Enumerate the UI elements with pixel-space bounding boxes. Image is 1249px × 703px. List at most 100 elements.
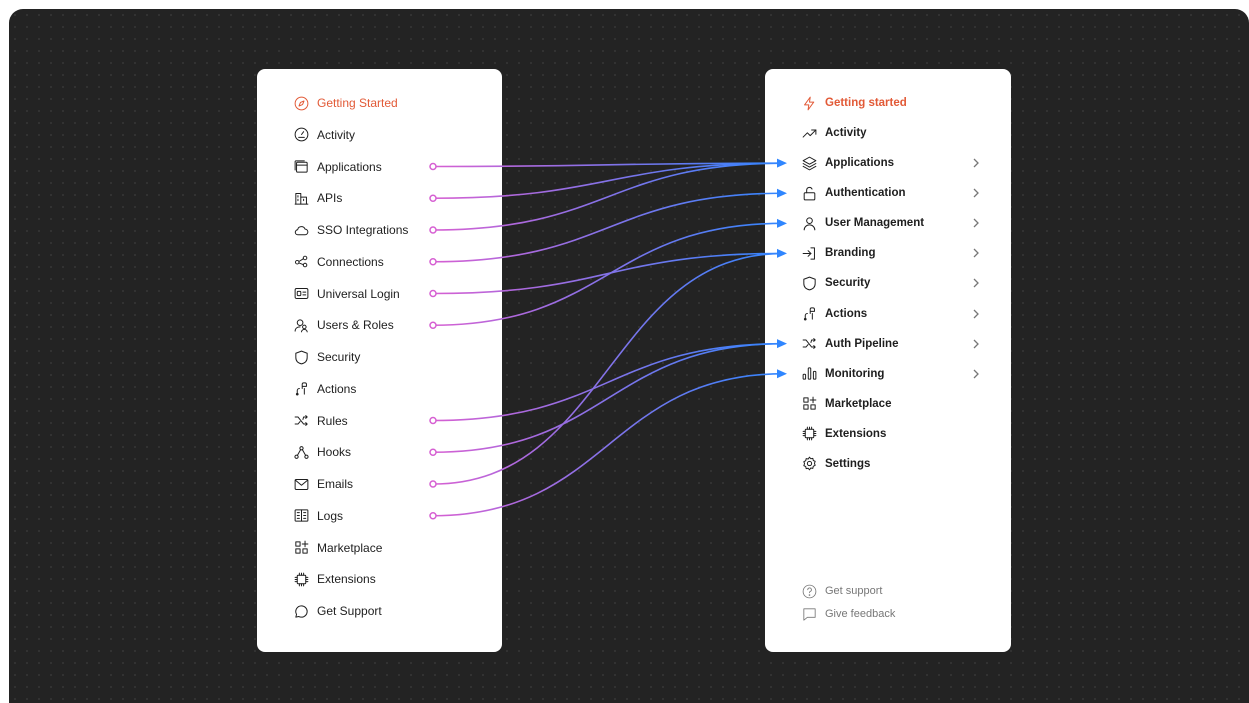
actions-icon [292, 380, 310, 398]
chevron-right-icon[interactable] [972, 241, 980, 265]
user-icon [800, 214, 818, 232]
old-nav-item-logs[interactable]: Logs [292, 504, 343, 528]
chevron-right-icon[interactable] [972, 181, 980, 205]
new-nav-item-label: Auth Pipeline [825, 337, 899, 350]
lock-icon [800, 184, 818, 202]
chip-icon [800, 425, 818, 443]
new-nav-item-label: Monitoring [825, 367, 885, 380]
footer-link-give-feedback[interactable]: Give feedback [800, 602, 895, 626]
chevron-right-icon[interactable] [972, 302, 980, 326]
chip-icon [292, 570, 310, 588]
new-nav-item-authentication[interactable]: Authentication [800, 181, 906, 205]
new-nav-item-label: Applications [825, 157, 895, 170]
old-nav-item-getting-started[interactable]: Getting Started [292, 91, 398, 115]
old-nav-item-label: Logs [317, 508, 344, 523]
footer-link-get-support[interactable]: Get support [800, 579, 882, 603]
old-nav-item-label: Get Support [317, 604, 382, 618]
shield-icon [292, 348, 310, 366]
old-nav-item-applications[interactable]: Applications [292, 155, 382, 179]
chevron-right-icon[interactable] [972, 211, 980, 235]
new-nav-item-user-management[interactable]: User Management [800, 211, 924, 235]
old-nav-item-label: APIs [317, 191, 343, 206]
old-nav-item-sso-integrations[interactable]: SSO Integrations [292, 218, 408, 242]
old-nav-item-label: Getting Started [317, 96, 398, 110]
message-square-icon [800, 605, 818, 623]
actions-icon [800, 305, 818, 323]
footer-link-label: Give feedback [825, 608, 896, 620]
new-nav-item-auth-pipeline[interactable]: Auth Pipeline [800, 332, 898, 356]
old-nav-item-label: SSO Integrations [317, 223, 409, 237]
old-nav-item-label: Marketplace [317, 540, 383, 555]
bars-icon [800, 365, 818, 383]
old-nav-item-get-support[interactable]: Get Support [292, 599, 382, 623]
old-nav-item-label: Connections [317, 254, 384, 269]
old-nav-item-universal-login[interactable]: Universal Login [292, 282, 400, 306]
canvas-background [9, 9, 1249, 703]
chevron-right-icon[interactable] [972, 151, 980, 175]
old-nav-item-label: Applications [317, 159, 382, 174]
new-nav-item-extensions[interactable]: Extensions [800, 422, 886, 446]
old-nav-item-rules[interactable]: Rules [292, 409, 348, 433]
chevron-right-icon[interactable] [972, 271, 980, 295]
old-nav-item-actions[interactable]: Actions [292, 377, 356, 401]
old-nav-item-label: Rules [317, 413, 348, 428]
new-nav-item-security[interactable]: Security [800, 271, 870, 295]
chevron-right-icon[interactable] [972, 332, 980, 356]
old-nav-item-label: Actions [317, 381, 357, 396]
new-navigation-panel: Getting started Activity Applications Authe… [765, 69, 1011, 652]
old-nav-item-label: Security [317, 350, 361, 364]
new-nav-item-settings[interactable]: Settings [800, 452, 870, 476]
trend-up-icon [800, 124, 818, 142]
help-circle-icon [800, 582, 818, 600]
old-nav-item-security[interactable]: Security [292, 345, 360, 369]
chevron-right-icon[interactable] [972, 362, 980, 386]
bolt-icon [800, 94, 818, 112]
new-nav-item-getting-started[interactable]: Getting started [800, 91, 907, 115]
new-nav-item-label: Extensions [825, 427, 887, 440]
old-nav-item-apis[interactable]: APIs [292, 186, 342, 210]
old-nav-item-label: Activity [317, 127, 356, 142]
grid-plus-icon [800, 395, 818, 413]
shuffle-icon [292, 412, 310, 430]
new-nav-item-branding[interactable]: Branding [800, 241, 875, 265]
shuffle-icon [800, 335, 818, 353]
old-navigation-panel: Getting Started Activity Applications APIs S… [257, 69, 502, 652]
old-nav-item-connections[interactable]: Connections [292, 250, 384, 274]
new-nav-item-marketplace[interactable]: Marketplace [800, 392, 891, 416]
old-nav-item-emails[interactable]: Emails [292, 472, 353, 496]
new-nav-item-label: Getting started [825, 97, 907, 109]
new-nav-item-applications[interactable]: Applications [800, 151, 894, 175]
old-nav-item-label: Universal Login [317, 286, 400, 301]
nodes-icon [292, 443, 310, 461]
chat-bubble-icon [292, 602, 310, 620]
new-nav-item-label: Actions [825, 307, 868, 320]
old-nav-item-hooks[interactable]: Hooks [292, 440, 351, 464]
users-icon [292, 316, 310, 334]
old-nav-item-label: Users & Roles [317, 318, 394, 333]
old-nav-item-activity[interactable]: Activity [292, 123, 355, 147]
share-icon [292, 253, 310, 271]
footer-link-label: Get support [825, 585, 883, 597]
sign-in-icon [800, 244, 818, 262]
old-nav-item-label: Extensions [317, 572, 376, 587]
id-card-icon [292, 285, 310, 303]
new-nav-item-label: Activity [825, 127, 867, 140]
old-nav-item-marketplace[interactable]: Marketplace [292, 536, 382, 560]
compass-icon [292, 94, 310, 112]
old-nav-item-users-and-roles[interactable]: Users & Roles [292, 313, 394, 337]
new-nav-item-actions[interactable]: Actions [800, 302, 867, 326]
old-nav-item-extensions[interactable]: Extensions [292, 567, 376, 591]
gauge-icon [292, 126, 310, 144]
windows-icon [292, 158, 310, 176]
new-nav-item-monitoring[interactable]: Monitoring [800, 362, 884, 386]
new-nav-item-label: Authentication [825, 187, 906, 200]
shield-icon [800, 274, 818, 292]
old-nav-item-label: Hooks [317, 445, 352, 460]
new-nav-item-label: Marketplace [825, 397, 892, 410]
new-nav-item-activity[interactable]: Activity [800, 121, 867, 145]
gear-icon [800, 455, 818, 473]
new-nav-item-label: User Management [825, 217, 925, 230]
new-nav-item-label: Settings [825, 457, 871, 470]
new-nav-item-label: Security [825, 277, 871, 290]
old-nav-item-label: Emails [317, 477, 354, 491]
